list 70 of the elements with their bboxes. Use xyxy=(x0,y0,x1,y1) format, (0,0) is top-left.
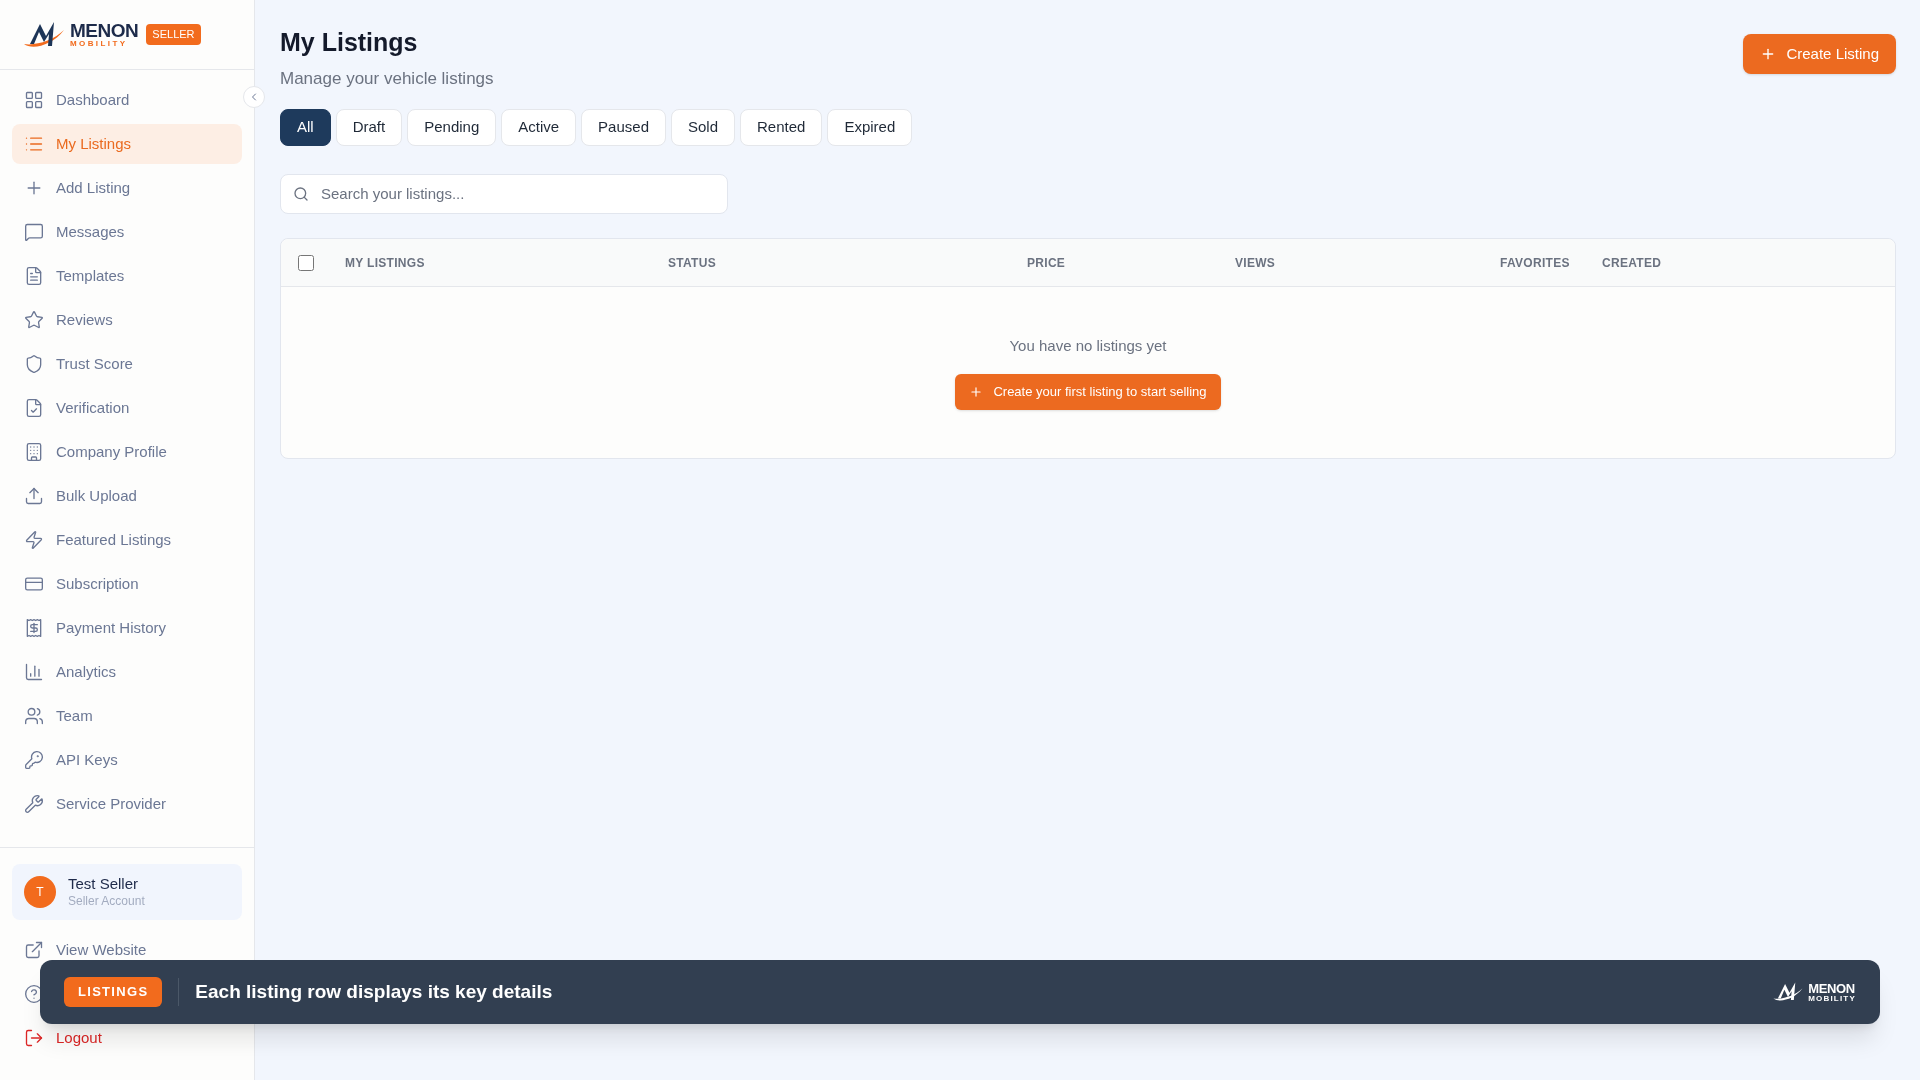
sidebar-item[interactable]: Bulk Upload xyxy=(12,476,242,516)
logo-tagline: MOBILITY xyxy=(1808,994,1856,1003)
tag-badge: LISTINGS xyxy=(64,977,163,1007)
external-link-icon xyxy=(24,940,44,960)
logo-tagline: MOBILITY xyxy=(70,40,129,48)
sidebar-item[interactable]: Subscription xyxy=(12,564,242,604)
sidebar-item[interactable]: Payment History xyxy=(12,608,242,648)
filter-tab[interactable]: Rented xyxy=(740,109,823,146)
document-check-icon xyxy=(24,398,44,418)
wrench-icon xyxy=(24,794,44,814)
column-header: STATUS xyxy=(668,254,718,272)
receipt-icon xyxy=(24,618,44,638)
shield-icon xyxy=(24,354,44,374)
user-role: Seller Account xyxy=(68,893,145,909)
filter-tab[interactable]: Pending xyxy=(407,109,497,146)
logout-icon xyxy=(24,1028,44,1048)
user-name: Test Seller xyxy=(68,875,140,894)
key-icon xyxy=(24,750,44,770)
sidebar-item[interactable]: Trust Score xyxy=(12,344,242,384)
star-icon xyxy=(24,310,44,330)
filter-tab[interactable]: Expired xyxy=(827,109,913,146)
empty-message: You have no listings yet xyxy=(1009,336,1167,356)
column-header: CREATED xyxy=(1602,254,1662,272)
column-header: PRICE xyxy=(1027,254,1067,272)
create-first-listing-button[interactable]: Create your first listing to start selling xyxy=(955,373,1221,410)
banner-text: Each listing row displays its key details xyxy=(195,979,553,1004)
building-icon xyxy=(24,442,44,462)
sidebar-item[interactable]: Company Profile xyxy=(12,432,242,472)
plus-icon xyxy=(969,384,984,399)
grid-icon xyxy=(24,90,44,110)
filter-tab[interactable]: Draft xyxy=(335,109,403,146)
sidebar-item[interactable]: Featured Listings xyxy=(12,520,242,560)
filter-tab[interactable]: Paused xyxy=(581,109,666,146)
logout-link[interactable]: Logout xyxy=(12,1020,242,1056)
sidebar-item[interactable]: Analytics xyxy=(12,652,242,692)
filter-tab[interactable]: Sold xyxy=(671,109,735,146)
sidebar-item[interactable]: Messages xyxy=(12,212,242,252)
column-header: VIEWS xyxy=(1235,254,1277,272)
column-header: MY LISTINGS xyxy=(345,254,426,272)
users-icon xyxy=(24,706,44,726)
page-subtitle: Manage your vehicle listings xyxy=(280,67,494,90)
sidebar-item[interactable]: Add Listing xyxy=(12,168,242,208)
logo-name: MENON xyxy=(1808,981,1856,995)
page-title: My Listings xyxy=(280,27,419,58)
sidebar-item[interactable]: API Keys xyxy=(12,740,242,780)
sidebar-item[interactable]: Dashboard xyxy=(12,80,242,120)
document-icon xyxy=(24,266,44,286)
sidebar-item[interactable]: Verification xyxy=(12,388,242,428)
filter-tab[interactable]: Active xyxy=(501,109,577,146)
filter-tab[interactable]: All xyxy=(280,109,331,146)
logo-name: MENON xyxy=(70,21,139,40)
seller-badge: SELLER xyxy=(146,24,201,45)
upload-icon xyxy=(24,486,44,506)
sidebar-item[interactable]: Templates xyxy=(12,256,242,296)
sidebar-item[interactable]: Team xyxy=(12,696,242,736)
chat-bubble-icon xyxy=(24,222,44,242)
select-all-checkbox[interactable] xyxy=(298,255,314,272)
lightning-icon xyxy=(24,530,44,550)
sidebar-link[interactable]: View Website xyxy=(12,932,242,968)
column-header: FAVORITES xyxy=(1500,254,1571,272)
search-input[interactable]: Search your listings... xyxy=(321,182,715,206)
sidebar-item[interactable]: Service Provider xyxy=(12,784,242,824)
user-card[interactable]: T Test Seller Seller Account xyxy=(12,864,242,920)
sidebar-item[interactable]: My Listings xyxy=(12,124,242,164)
avatar: T xyxy=(24,876,56,908)
search-icon xyxy=(293,186,309,202)
search-field[interactable]: Search your listings... xyxy=(280,174,728,214)
bar-chart-icon xyxy=(24,662,44,682)
create-listing-button[interactable]: Create Listing xyxy=(1743,34,1896,74)
sidebar-item[interactable]: Reviews xyxy=(12,300,242,340)
